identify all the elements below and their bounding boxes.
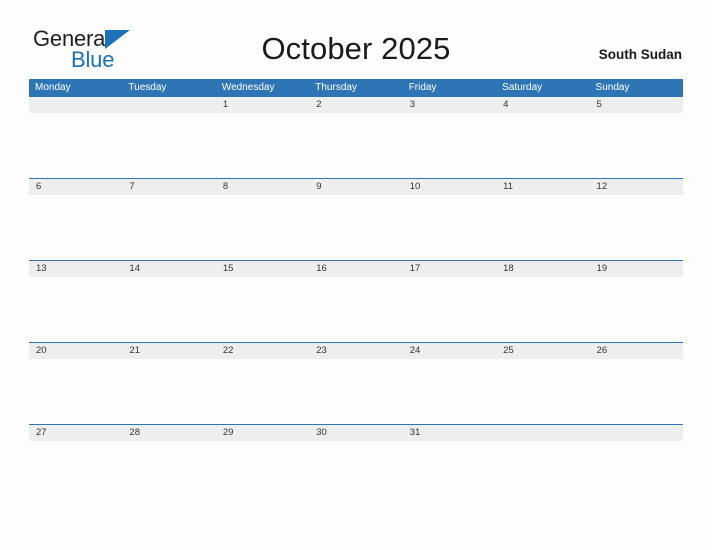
date-number[interactable]: 13 xyxy=(29,261,122,277)
day-cell[interactable] xyxy=(122,359,215,424)
date-number[interactable] xyxy=(590,425,683,441)
day-cell[interactable] xyxy=(590,441,683,506)
week-date-band: 6 7 8 9 10 11 12 xyxy=(29,179,683,195)
date-number[interactable]: 11 xyxy=(496,179,589,195)
date-number[interactable]: 8 xyxy=(216,179,309,195)
date-number[interactable]: 26 xyxy=(590,343,683,359)
day-cell[interactable] xyxy=(122,277,215,342)
week-content-band xyxy=(29,113,683,178)
date-number[interactable]: 16 xyxy=(309,261,402,277)
day-cell[interactable] xyxy=(309,441,402,506)
day-cell[interactable] xyxy=(216,359,309,424)
day-cell[interactable] xyxy=(122,113,215,178)
day-cell[interactable] xyxy=(216,113,309,178)
weekday-header-row: Monday Tuesday Wednesday Thursday Friday… xyxy=(29,79,683,96)
date-number[interactable]: 28 xyxy=(122,425,215,441)
weekday-header-wednesday: Wednesday xyxy=(221,82,275,93)
date-number[interactable]: 5 xyxy=(590,97,683,113)
day-cell[interactable] xyxy=(496,277,589,342)
weekday-header-thursday: Thursday xyxy=(315,82,357,93)
page-header: General Blue October 2025 South Sudan xyxy=(0,0,712,71)
calendar-week-row: 20 21 22 23 24 25 26 xyxy=(29,342,683,424)
weekday-header-sunday: Sunday xyxy=(595,82,630,93)
weekday-header-monday: Monday xyxy=(35,82,71,93)
date-number[interactable]: 24 xyxy=(403,343,496,359)
date-number[interactable]: 2 xyxy=(309,97,402,113)
day-cell[interactable] xyxy=(122,441,215,506)
date-number[interactable]: 29 xyxy=(216,425,309,441)
day-cell[interactable] xyxy=(29,441,122,506)
date-number[interactable]: 3 xyxy=(403,97,496,113)
date-number[interactable]: 14 xyxy=(122,261,215,277)
day-cell[interactable] xyxy=(216,441,309,506)
day-cell[interactable] xyxy=(403,441,496,506)
day-cell[interactable] xyxy=(29,113,122,178)
weekday-header-saturday: Saturday xyxy=(502,82,543,93)
day-cell[interactable] xyxy=(216,277,309,342)
week-content-band xyxy=(29,441,683,506)
date-number[interactable]: 17 xyxy=(403,261,496,277)
day-cell[interactable] xyxy=(309,359,402,424)
week-date-band: 20 21 22 23 24 25 26 xyxy=(29,343,683,359)
day-cell[interactable] xyxy=(403,195,496,260)
day-cell[interactable] xyxy=(590,113,683,178)
date-number[interactable]: 23 xyxy=(309,343,402,359)
week-content-band xyxy=(29,195,683,260)
date-number[interactable]: 6 xyxy=(29,179,122,195)
day-cell[interactable] xyxy=(29,195,122,260)
calendar-grid: Monday Tuesday Wednesday Thursday Friday… xyxy=(29,79,683,506)
date-number[interactable]: 22 xyxy=(216,343,309,359)
date-number[interactable] xyxy=(496,425,589,441)
day-cell[interactable] xyxy=(590,195,683,260)
date-number[interactable]: 18 xyxy=(496,261,589,277)
calendar-week-row: 1 2 3 4 5 xyxy=(29,96,683,178)
date-number[interactable] xyxy=(122,97,215,113)
day-cell[interactable] xyxy=(309,277,402,342)
week-date-band: 27 28 29 30 31 xyxy=(29,425,683,441)
date-number[interactable] xyxy=(29,97,122,113)
date-number[interactable]: 4 xyxy=(496,97,589,113)
day-cell[interactable] xyxy=(309,113,402,178)
country-label: South Sudan xyxy=(598,47,682,62)
day-cell[interactable] xyxy=(403,277,496,342)
day-cell[interactable] xyxy=(590,359,683,424)
date-number[interactable]: 19 xyxy=(590,261,683,277)
day-cell[interactable] xyxy=(29,277,122,342)
date-number[interactable]: 21 xyxy=(122,343,215,359)
day-cell[interactable] xyxy=(403,113,496,178)
date-number[interactable]: 31 xyxy=(403,425,496,441)
day-cell[interactable] xyxy=(496,441,589,506)
date-number[interactable]: 12 xyxy=(590,179,683,195)
date-number[interactable]: 30 xyxy=(309,425,402,441)
date-number[interactable]: 7 xyxy=(122,179,215,195)
calendar-week-row: 6 7 8 9 10 11 12 xyxy=(29,178,683,260)
day-cell[interactable] xyxy=(309,195,402,260)
weekday-header-tuesday: Tuesday xyxy=(128,82,167,93)
day-cell[interactable] xyxy=(496,195,589,260)
date-number[interactable]: 20 xyxy=(29,343,122,359)
calendar-week-row: 27 28 29 30 31 xyxy=(29,424,683,506)
week-content-band xyxy=(29,359,683,424)
date-number[interactable]: 25 xyxy=(496,343,589,359)
day-cell[interactable] xyxy=(122,195,215,260)
date-number[interactable]: 15 xyxy=(216,261,309,277)
date-number[interactable]: 1 xyxy=(216,97,309,113)
week-content-band xyxy=(29,277,683,342)
date-number[interactable]: 27 xyxy=(29,425,122,441)
day-cell[interactable] xyxy=(403,359,496,424)
week-date-band: 1 2 3 4 5 xyxy=(29,97,683,113)
calendar-week-row: 13 14 15 16 17 18 19 xyxy=(29,260,683,342)
day-cell[interactable] xyxy=(216,195,309,260)
week-date-band: 13 14 15 16 17 18 19 xyxy=(29,261,683,277)
weekday-header-friday: Friday xyxy=(408,82,437,93)
date-number[interactable]: 10 xyxy=(403,179,496,195)
day-cell[interactable] xyxy=(496,359,589,424)
day-cell[interactable] xyxy=(496,113,589,178)
day-cell[interactable] xyxy=(590,277,683,342)
day-cell[interactable] xyxy=(29,359,122,424)
date-number[interactable]: 9 xyxy=(309,179,402,195)
